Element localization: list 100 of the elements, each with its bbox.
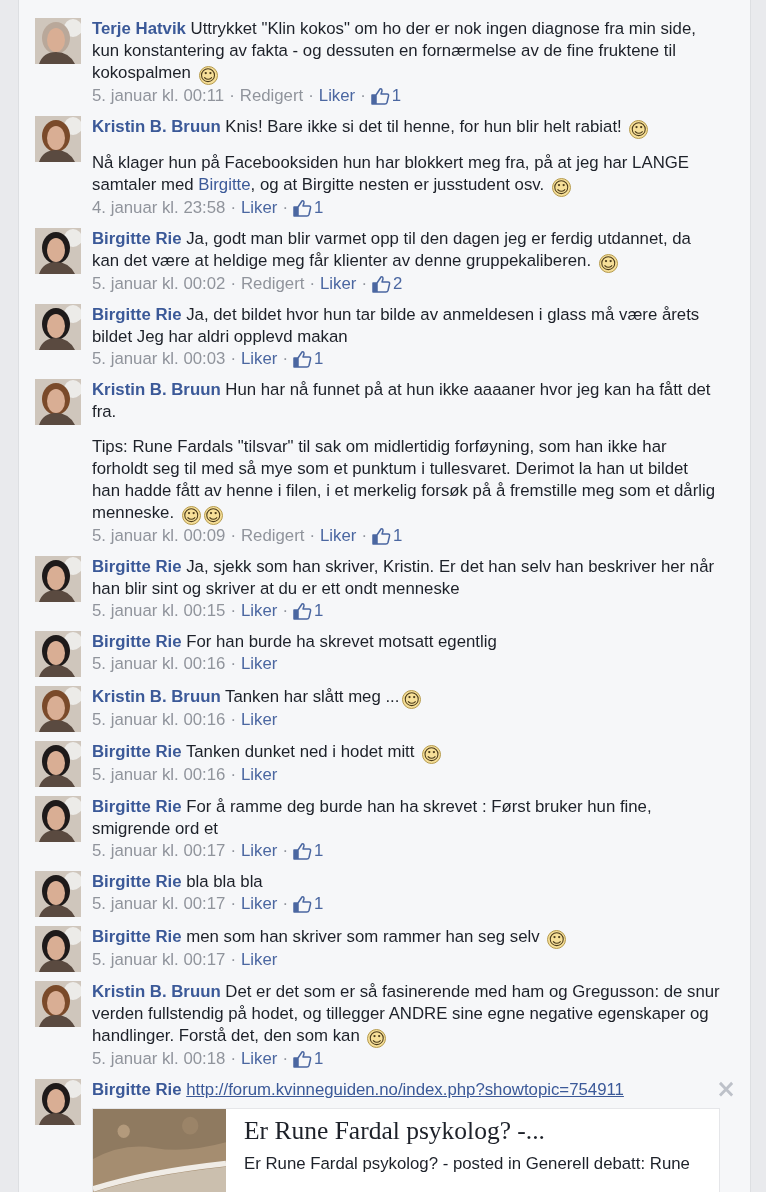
- comment-text: Nå klager hun på Facebooksiden hun har blokkert meg fra, på at jeg har LANGE samtaler med Birgitte, og at Birgitte nesten er jusstudent osv. ☺: [92, 152, 690, 197]
- like-link[interactable]: Liker: [241, 840, 278, 862]
- timestamp: 5. januar kl. 00:18: [92, 1048, 226, 1070]
- separator: ·: [230, 1048, 236, 1070]
- separator: ·: [282, 1048, 288, 1070]
- comment-text: Kristin B. Bruun Knis! Bare ikke si det til henne, for hun blir helt rabiat! ☺: [92, 116, 650, 139]
- author-link[interactable]: Birgitte Rie: [92, 872, 182, 891]
- like-link[interactable]: Liker: [241, 600, 278, 622]
- like-count: 1: [313, 893, 324, 915]
- author-link[interactable]: Birgitte Rie: [92, 927, 182, 946]
- like-link[interactable]: Liker: [241, 709, 278, 731]
- separator: ·: [230, 197, 236, 219]
- edited-label: Redigert: [241, 273, 305, 295]
- author-link[interactable]: Birgitte Rie: [92, 557, 182, 576]
- timestamp: 5. januar kl. 00:17: [92, 893, 226, 915]
- link-preview-card[interactable]: Er Rune Fardal psykolog? -... Er Rune Fardal psykolog? - posted in Generell debatt: Rune: [92, 1108, 720, 1192]
- thumbs-up-icon: [292, 350, 312, 368]
- like-link[interactable]: Liker: [241, 764, 278, 786]
- like-link[interactable]: Liker: [241, 893, 278, 915]
- preview-title: Er Rune Fardal psykolog? -...: [244, 1115, 546, 1147]
- comment-text: Birgitte Rie For å ramme deg burde han ha skrevet : Først bruker hun fine, smigrende ord et: [92, 796, 653, 840]
- comment-text: Terje Hatvik Uttrykket "Klin kokos" om ho der er nok ingen diagnose fra min side, kun konstantering av fakta - og dessuten en fornærmelse av de fine fruktene til kokospalmen ☺: [92, 18, 697, 85]
- separator: ·: [308, 85, 314, 107]
- like-link[interactable]: Liker: [320, 273, 357, 295]
- timestamp: 5. januar kl. 00:02: [92, 273, 226, 295]
- separator: ·: [282, 600, 288, 622]
- author-link[interactable]: Kristin B. Bruun: [92, 117, 221, 136]
- separator: ·: [230, 525, 236, 547]
- timestamp: 5. januar kl. 00:03: [92, 348, 226, 370]
- separator: ·: [230, 273, 236, 295]
- separator: ·: [230, 764, 236, 786]
- comment-text: Kristin B. Bruun Hun har nå funnet på at hun ikke aaaaner hvor jeg kan ha fått det fra.: [92, 379, 712, 423]
- author-link[interactable]: Birgitte Rie: [92, 229, 182, 248]
- timestamp: 5. januar kl. 00:16: [92, 764, 226, 786]
- separator: ·: [361, 273, 367, 295]
- separator: ·: [230, 949, 236, 971]
- timestamp: 5. januar kl. 00:11: [92, 85, 225, 107]
- timestamp: 5. januar kl. 00:17: [92, 840, 226, 862]
- thumbs-up-icon: [292, 895, 312, 913]
- comment-text: Birgitte Rie Tanken dunket ned i hodet mitt ☺: [92, 741, 443, 764]
- like-count: 1: [313, 600, 324, 622]
- like-count: 1: [391, 85, 402, 107]
- author-link[interactable]: Kristin B. Bruun: [92, 380, 221, 399]
- separator: ·: [230, 600, 236, 622]
- timestamp: 5. januar kl. 00:16: [92, 709, 226, 731]
- separator: ·: [230, 653, 236, 675]
- like-link[interactable]: Liker: [241, 949, 278, 971]
- thumbs-up-icon: [292, 602, 312, 620]
- author-link[interactable]: Kristin B. Bruun: [92, 982, 221, 1001]
- comment-text: Birgitte Rie men som han skriver som rammer han seg selv ☺: [92, 926, 568, 949]
- like-count: 1: [313, 840, 324, 862]
- comment-text: Birgitte Rie Ja, godt man blir varmet opp til den dagen jeg er ferdig utdannet, da kan det være at heldige meg får klienter av denne gruppekaliberen. ☺: [92, 228, 692, 273]
- thumbs-up-icon: [292, 1050, 312, 1068]
- thumbs-up-icon: [370, 87, 390, 105]
- separator: ·: [230, 348, 236, 370]
- separator: ·: [309, 273, 316, 295]
- separator: ·: [309, 525, 316, 547]
- author-link[interactable]: Kristin B. Bruun: [92, 687, 221, 706]
- url-link[interactable]: http://forum.kvinneguiden.no/index.php?showtopic=754911: [186, 1080, 624, 1099]
- comment-text: Kristin B. Bruun Tanken har slått meg ... ☺: [92, 686, 423, 709]
- separator: ·: [230, 893, 236, 915]
- like-count: 1: [313, 197, 324, 219]
- thumbs-up-icon: [292, 842, 312, 860]
- author-link[interactable]: Birgitte Rie: [92, 1080, 182, 1099]
- comment-text: Birgitte Rie Ja, sjekk som han skriver, Kristin. Er det han selv han beskriver her når han blir sint og skriver at du er ett ondt menneske: [92, 556, 716, 600]
- like-link[interactable]: Liker: [241, 653, 278, 675]
- like-link[interactable]: Liker: [241, 1048, 278, 1070]
- comment-text: Birgitte Rie For han burde ha skrevet motsatt egentlig: [92, 631, 498, 653]
- like-count: 1: [393, 525, 403, 547]
- author-link[interactable]: Birgitte Rie: [92, 742, 182, 761]
- author-link[interactable]: Terje Hatvik: [92, 19, 186, 38]
- timestamp: 5. januar kl. 00:15: [92, 600, 226, 622]
- author-link[interactable]: Birgitte Rie: [92, 797, 182, 816]
- comment-text: Birgitte Rie Ja, det bildet hvor hun tar bilde av anmeldesen i glass må være årets bildet Jeg har aldri opplevd makan: [92, 304, 701, 348]
- separator: ·: [282, 893, 288, 915]
- like-link[interactable]: Liker: [320, 525, 357, 547]
- like-link[interactable]: Liker: [318, 85, 356, 107]
- separator: ·: [230, 840, 236, 862]
- like-link[interactable]: Liker: [241, 348, 278, 370]
- like-count: 2: [393, 273, 403, 295]
- author-link[interactable]: Birgitte Rie: [92, 305, 182, 324]
- like-link[interactable]: Liker: [241, 197, 278, 219]
- timestamp: 4. januar kl. 23:58: [92, 197, 226, 219]
- thumbs-up-icon: [372, 527, 391, 545]
- thumbs-up-icon: [292, 199, 312, 217]
- separator: ·: [361, 525, 367, 547]
- comment-text: Birgitte Rie bla bla bla: [92, 871, 264, 893]
- separator: ·: [360, 85, 366, 107]
- edited-label: Redigert: [241, 525, 305, 547]
- preview-description: Er Rune Fardal psykolog? - posted in Generell debatt: Rune: [244, 1153, 690, 1175]
- name-link[interactable]: Birgitte: [198, 175, 251, 194]
- separator: ·: [229, 85, 235, 107]
- thumbs-up-icon: [372, 275, 391, 293]
- comment-text: Tips: Rune Fardals "tilsvar" til sak om midlertidig forføyning, som han ikke har forholdt seg til med så mye som et punktum i tullesvaret. Derimot la han ut bildet han hadde fått av henne i filen, i et merkelig forsøk på å fremstille meg som et dårlig menneske. ☺ ☺: [92, 436, 717, 525]
- separator: ·: [230, 709, 236, 731]
- comment-text: Kristin B. Bruun Det er det som er så fasinerende med ham og Gregusson: de snur verden fullstendig på hodet, og tillegger ANDRE sine egne negative egenskaper og handlinger. Forstå det, den som kan ☺: [92, 981, 720, 1048]
- author-link[interactable]: Birgitte Rie: [92, 632, 182, 651]
- like-count: 1: [313, 1048, 324, 1070]
- separator: ·: [282, 197, 288, 219]
- separator: ·: [282, 840, 288, 862]
